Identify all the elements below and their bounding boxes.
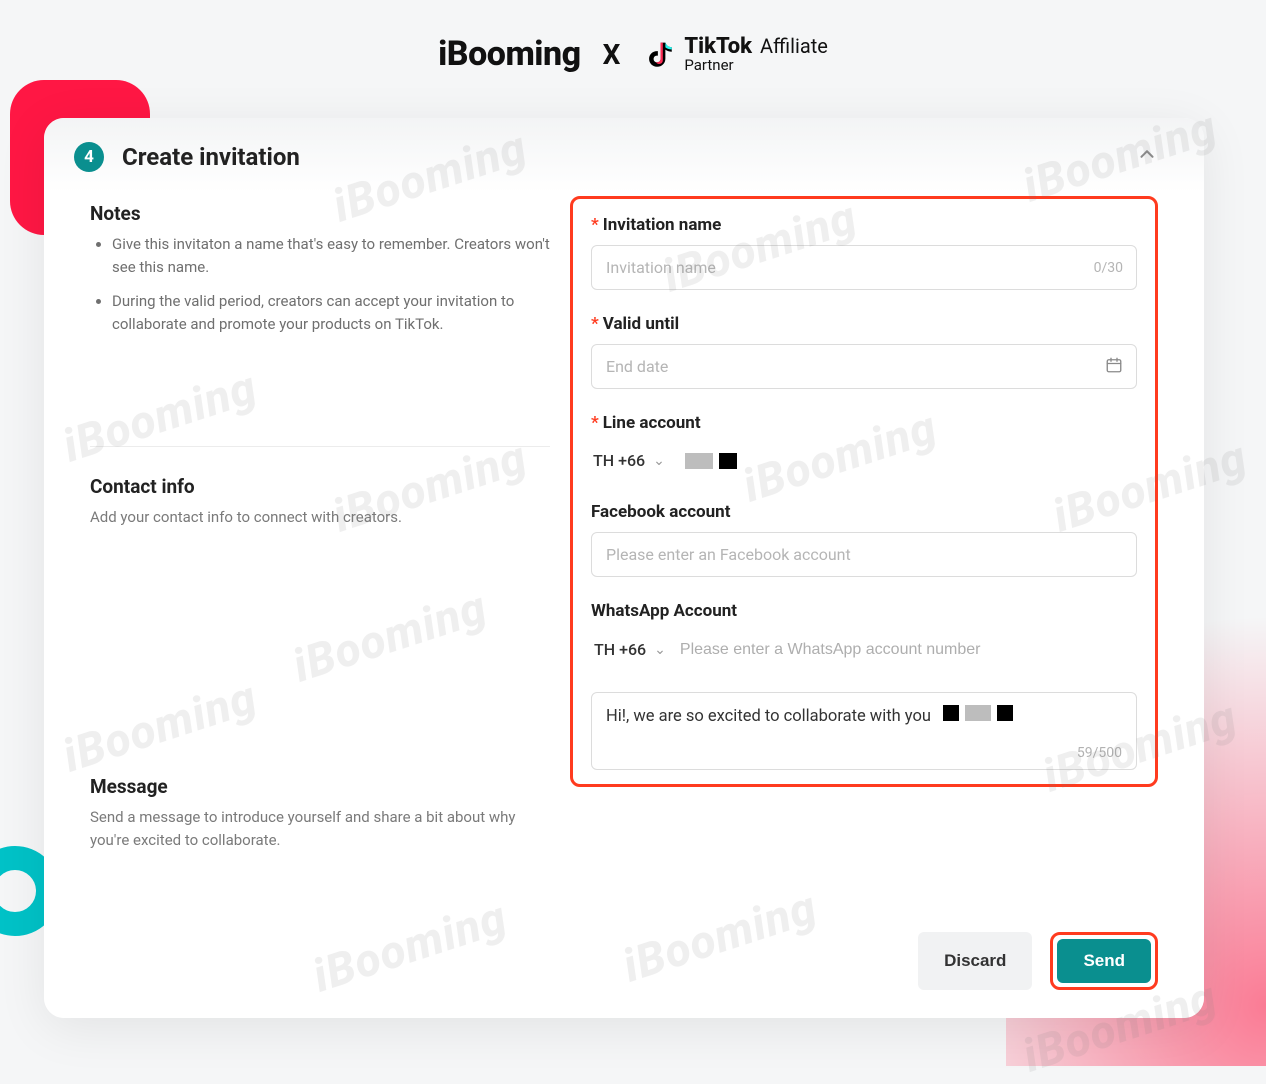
step-number-badge: 4 — [74, 142, 104, 172]
message-textarea[interactable]: Hi!, we are so excited to collaborate wi… — [591, 692, 1137, 770]
note-item: Give this invitaton a name that's easy t… — [112, 233, 550, 280]
whatsapp-account-label: WhatsApp Account — [591, 601, 737, 621]
tiktok-icon — [642, 37, 676, 71]
panel-footer: Discard Send — [44, 912, 1204, 1018]
tiktok-affiliate-logo: TikTok Affiliate Partner — [642, 35, 827, 74]
message-redacted — [943, 705, 1013, 721]
send-button[interactable]: Send — [1057, 939, 1151, 983]
create-invitation-panel: 4 Create invitation Notes Give this invi… — [44, 118, 1204, 1018]
discard-button[interactable]: Discard — [918, 932, 1032, 990]
facebook-account-input[interactable] — [591, 532, 1137, 577]
line-account-redacted — [685, 453, 737, 469]
note-item: During the valid period, creators can ac… — [112, 290, 550, 337]
valid-until-label: Valid until — [603, 314, 679, 334]
invitation-name-counter: 0/30 — [1094, 260, 1123, 276]
line-dial-code-value: TH +66 — [593, 451, 645, 470]
chevron-down-icon: ⌄ — [654, 642, 666, 658]
panel-title: Create invitation — [122, 143, 300, 171]
invitation-name-input[interactable] — [591, 245, 1137, 290]
message-sub: Send a message to introduce yourself and… — [90, 806, 550, 851]
notes-header: Notes — [90, 202, 550, 225]
tiktok-affiliate-label: Affiliate — [760, 36, 828, 57]
calendar-icon[interactable] — [1105, 356, 1123, 378]
brand-bar: iBooming X TikTok Affiliate Partner — [0, 34, 1266, 74]
message-counter: 59/500 — [1077, 745, 1122, 761]
message-header: Message — [90, 775, 550, 798]
facebook-account-label: Facebook account — [591, 502, 730, 522]
divider — [90, 446, 550, 447]
tiktok-wordmark: TikTok — [684, 35, 752, 58]
contact-info-sub: Add your contact info to connect with cr… — [90, 506, 550, 529]
ibooming-logo: iBooming — [438, 34, 581, 74]
whatsapp-dial-code-select[interactable]: TH +66 ⌄ — [592, 632, 668, 667]
facebook-account-field: Facebook account — [591, 502, 1137, 577]
required-asterisk: * — [591, 314, 599, 334]
whatsapp-account-field: WhatsApp Account TH +66 ⌄ — [591, 601, 1137, 668]
line-dial-code-select[interactable]: TH +66 ⌄ — [591, 443, 667, 478]
required-asterisk: * — [591, 413, 599, 433]
chevron-down-icon: ⌄ — [653, 453, 665, 469]
tiktok-partner-label: Partner — [684, 58, 827, 74]
brand-separator: X — [603, 38, 621, 71]
chevron-up-icon[interactable] — [1136, 143, 1158, 171]
form-highlight-box: *Invitation name 0/30 *Valid until — [570, 196, 1158, 787]
line-account-field: *Line account TH +66 ⌄ — [591, 413, 1137, 478]
valid-until-input[interactable] — [591, 344, 1137, 389]
panel-header[interactable]: 4 Create invitation — [44, 118, 1204, 192]
valid-until-field: *Valid until — [591, 314, 1137, 389]
contact-info-header: Contact info — [90, 475, 550, 498]
send-button-highlight: Send — [1050, 932, 1158, 990]
required-asterisk: * — [591, 215, 599, 235]
whatsapp-account-input[interactable] — [680, 633, 1136, 667]
notes-list: Give this invitaton a name that's easy t… — [90, 233, 550, 336]
invitation-name-label: Invitation name — [603, 215, 722, 235]
message-text-value: Hi!, we are so excited to collaborate wi… — [606, 707, 931, 726]
invitation-name-field: *Invitation name 0/30 — [591, 215, 1137, 290]
whatsapp-dial-code-value: TH +66 — [594, 640, 646, 659]
line-account-label: Line account — [603, 413, 701, 433]
